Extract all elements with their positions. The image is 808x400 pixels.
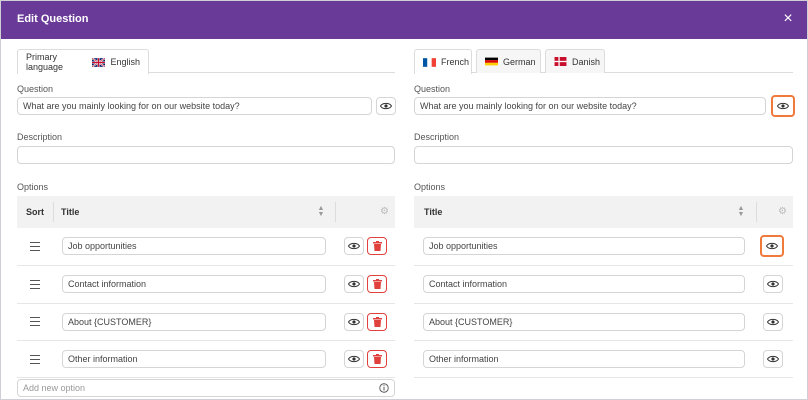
french-flag-icon (423, 57, 436, 67)
tab-danish-label: Danish (572, 56, 601, 67)
left-question-visibility-button[interactable] (376, 97, 396, 115)
gear-icon[interactable]: ⚙ (778, 207, 788, 217)
tab-danish[interactable]: Danish (545, 49, 605, 73)
title-column-header: Title (61, 207, 80, 217)
left-option-title-input[interactable] (62, 313, 326, 331)
close-button[interactable]: × (779, 10, 797, 28)
row-divider (414, 377, 793, 378)
drag-handle-icon[interactable] (30, 280, 40, 289)
eye-icon (766, 242, 778, 250)
sort-column-header: Sort (26, 207, 44, 217)
left-option-title-input[interactable] (62, 350, 326, 368)
left-description-label: Description (17, 132, 63, 142)
left-option-visibility-button[interactable] (344, 350, 364, 368)
add-new-option-input[interactable] (17, 379, 395, 397)
delete-option-button[interactable] (367, 237, 387, 255)
right-question-input[interactable] (414, 97, 766, 115)
tab-french[interactable]: French (414, 49, 472, 74)
right-options-table-header: Title ▲ ▼ ⚙ (414, 196, 793, 228)
eye-icon (777, 102, 789, 110)
sort-icon[interactable]: ▲ ▼ (737, 205, 745, 218)
right-option-title-input[interactable] (423, 275, 745, 293)
row-divider (17, 377, 395, 378)
tab-primary-label: Primary language (26, 52, 64, 72)
tab-german[interactable]: German (476, 49, 541, 73)
delete-option-button[interactable] (367, 313, 387, 331)
right-option-visibility-button[interactable] (763, 350, 783, 368)
trash-icon (372, 241, 382, 251)
drag-handle-icon[interactable] (30, 242, 40, 251)
left-option-title-input[interactable] (62, 275, 326, 293)
eye-icon (767, 355, 779, 363)
right-option-title-input[interactable] (423, 350, 745, 368)
column-divider (756, 202, 757, 222)
tab-primary-language[interactable]: Primary language English (17, 49, 149, 74)
uk-flag-icon (92, 57, 106, 67)
column-divider (53, 202, 54, 222)
tab-french-label: French (441, 57, 470, 67)
modal-title: Edit Question (17, 13, 89, 25)
close-icon: × (783, 10, 793, 27)
left-question-input[interactable] (17, 97, 372, 115)
tab-primary-language-name: English (110, 57, 140, 67)
right-description-label: Description (414, 132, 460, 142)
left-question-label: Question (17, 84, 54, 94)
danish-flag-icon (554, 57, 567, 66)
right-question-label: Question (414, 84, 451, 94)
delete-option-button[interactable] (367, 350, 387, 368)
trash-icon (372, 354, 382, 364)
column-divider (335, 202, 336, 222)
eye-icon (767, 280, 779, 288)
left-option-visibility-button[interactable] (344, 237, 364, 255)
eye-icon (767, 318, 779, 326)
eye-icon (348, 355, 360, 363)
left-description-input[interactable] (17, 146, 395, 164)
eye-icon (348, 318, 360, 326)
right-question-visibility-button[interactable] (771, 95, 795, 117)
right-option-visibility-button[interactable] (763, 275, 783, 293)
right-options-label: Options (414, 182, 446, 192)
left-option-visibility-button[interactable] (344, 275, 364, 293)
right-title-column-header: Title (424, 207, 443, 217)
left-option-visibility-button[interactable] (344, 313, 364, 331)
row-divider (414, 265, 793, 266)
right-option-visibility-button[interactable] (763, 313, 783, 331)
trash-icon (372, 279, 382, 289)
tab-german-label: German (503, 56, 536, 67)
row-divider (17, 303, 395, 304)
right-tabbar: French German Danish (414, 49, 793, 74)
drag-handle-icon[interactable] (30, 355, 40, 364)
right-option-title-input[interactable] (423, 313, 745, 331)
left-tabbar: Primary language English (17, 49, 395, 74)
edit-question-modal: Edit Question × Primary language English… (0, 0, 808, 400)
delete-option-button[interactable] (367, 275, 387, 293)
gear-icon[interactable]: ⚙ (380, 207, 390, 217)
right-description-input[interactable] (414, 146, 793, 164)
row-divider (17, 265, 395, 266)
trash-icon (372, 317, 382, 327)
sort-icon[interactable]: ▲ ▼ (317, 205, 325, 218)
drag-handle-icon[interactable] (30, 317, 40, 326)
row-divider (414, 303, 793, 304)
eye-icon (348, 242, 360, 250)
left-options-table-header: Sort Title ▲ ▼ ⚙ (17, 196, 395, 228)
eye-icon (348, 280, 360, 288)
eye-icon (380, 102, 392, 110)
row-divider (17, 340, 395, 341)
row-divider (414, 340, 793, 341)
modal-header: Edit Question × (1, 1, 807, 39)
info-icon[interactable] (379, 383, 389, 393)
right-option-title-input[interactable] (423, 237, 745, 255)
left-options-label: Options (17, 182, 49, 192)
left-option-title-input[interactable] (62, 237, 326, 255)
german-flag-icon (485, 57, 498, 66)
right-option-visibility-button[interactable] (760, 235, 784, 257)
